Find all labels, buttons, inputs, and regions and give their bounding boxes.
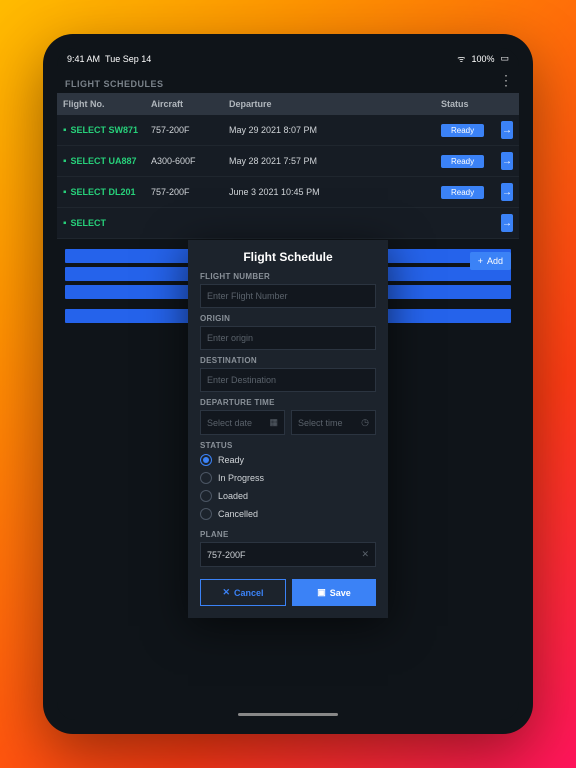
time-picker[interactable]: Select time ◷ [291, 410, 376, 435]
chat-icon: ▪ [63, 156, 67, 167]
radio-loaded[interactable]: Loaded [200, 490, 376, 502]
clock-icon: ◷ [361, 417, 369, 428]
table-row[interactable]: ▪ SELECT UA887 A300-600F May 28 2021 7:57… [57, 146, 519, 177]
cell-departure: June 3 2021 10:45 PM [223, 181, 435, 203]
plus-icon: + [478, 256, 483, 266]
destination-input[interactable] [200, 368, 376, 392]
origin-input[interactable] [200, 326, 376, 350]
flight-number-label: FLIGHT NUMBER [200, 272, 376, 281]
status-radio-group: Ready In Progress Loaded Cancelled [200, 454, 376, 520]
cell-aircraft [145, 217, 223, 229]
radio-label: Cancelled [218, 509, 258, 519]
cell-departure: May 28 2021 7:57 PM [223, 150, 435, 172]
cell-departure: May 29 2021 8:07 PM [223, 119, 435, 141]
radio-label: In Progress [218, 473, 264, 483]
screen: 9:41 AM Tue Sep 14 ᯤ 100% ▭ ⋮ FLIGHT SCH… [57, 48, 519, 720]
cancel-label: Cancel [234, 588, 264, 598]
battery-icon: ▭ [500, 53, 509, 64]
status-label: STATUS [200, 441, 376, 450]
row-arrow-button[interactable]: → [501, 183, 513, 201]
chat-icon: ▪ [63, 125, 67, 136]
flight-number-input[interactable] [200, 284, 376, 308]
departure-time-label: DEPARTURE TIME [200, 398, 376, 407]
table-row[interactable]: ▪ SELECT DL201 757-200F June 3 2021 10:45… [57, 177, 519, 208]
radio-cancelled[interactable]: Cancelled [200, 508, 376, 520]
col-flight-no: Flight No. [57, 93, 145, 115]
status-date: Tue Sep 14 [105, 54, 151, 64]
status-badge: Ready [441, 155, 484, 168]
cell-aircraft: 757-200F [145, 181, 223, 203]
plane-value: 757-200F [207, 550, 246, 560]
plane-label: PLANE [200, 530, 376, 539]
table-header: Flight No. Aircraft Departure Status [57, 93, 519, 115]
tablet-frame: 9:41 AM Tue Sep 14 ᯤ 100% ▭ ⋮ FLIGHT SCH… [43, 34, 533, 734]
time-placeholder: Select time [298, 418, 343, 428]
save-button[interactable]: ▣ Save [292, 579, 376, 606]
radio-label: Loaded [218, 491, 248, 501]
chat-icon: ▪ [63, 218, 67, 229]
section-title: FLIGHT SCHEDULES [57, 69, 519, 93]
schedule-table: Flight No. Aircraft Departure Status ▪ SE… [57, 93, 519, 239]
cell-aircraft: A300-600F [145, 150, 223, 172]
table-row[interactable]: ▪ SELECT → [57, 208, 519, 239]
more-button[interactable]: ⋮ [499, 72, 513, 89]
col-departure: Departure [223, 93, 435, 115]
save-label: Save [330, 588, 351, 598]
col-aircraft: Aircraft [145, 93, 223, 115]
clear-icon[interactable]: ✕ [361, 549, 369, 560]
add-button[interactable]: + Add [470, 252, 511, 270]
date-placeholder: Select date [207, 418, 252, 428]
radio-ready[interactable]: Ready [200, 454, 376, 466]
status-badge: Ready [441, 186, 484, 199]
status-badge: Ready [441, 124, 484, 137]
chat-icon: ▪ [63, 187, 67, 198]
cell-departure [223, 217, 435, 229]
close-icon: ✕ [222, 587, 230, 598]
row-arrow-button[interactable]: → [501, 152, 513, 170]
calendar-icon: ▦ [269, 417, 278, 428]
home-indicator[interactable] [238, 713, 338, 716]
select-link[interactable]: SELECT UA887 [71, 156, 137, 166]
destination-label: DESTINATION [200, 356, 376, 365]
select-link[interactable]: SELECT SW871 [71, 125, 139, 135]
date-picker[interactable]: Select date ▦ [200, 410, 285, 435]
battery-text: 100% [471, 54, 494, 64]
cell-aircraft: 757-200F [145, 119, 223, 141]
flight-schedule-modal: Flight Schedule FLIGHT NUMBER ORIGIN DES… [188, 240, 388, 618]
select-link[interactable]: SELECT [71, 218, 107, 228]
status-time: 9:41 AM [67, 54, 100, 64]
add-label: Add [487, 256, 503, 266]
row-arrow-button[interactable]: → [501, 214, 513, 232]
modal-title: Flight Schedule [200, 250, 376, 264]
col-status: Status [435, 93, 495, 115]
cancel-button[interactable]: ✕ Cancel [200, 579, 286, 606]
save-icon: ▣ [317, 587, 326, 598]
table-row[interactable]: ▪ SELECT SW871 757-200F May 29 2021 8:07 … [57, 115, 519, 146]
wifi-icon: ᯤ [457, 52, 465, 65]
status-bar: 9:41 AM Tue Sep 14 ᯤ 100% ▭ [57, 48, 519, 69]
origin-label: ORIGIN [200, 314, 376, 323]
radio-label: Ready [218, 455, 244, 465]
radio-in-progress[interactable]: In Progress [200, 472, 376, 484]
row-arrow-button[interactable]: → [501, 121, 513, 139]
plane-select[interactable]: 757-200F ✕ [200, 542, 376, 567]
select-link[interactable]: SELECT DL201 [71, 187, 136, 197]
